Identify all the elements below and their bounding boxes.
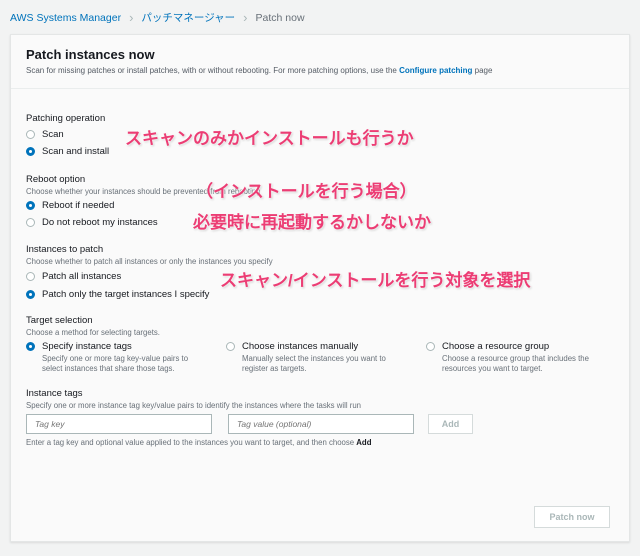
instances-to-patch-description: Choose whether to patch all instances or… (26, 257, 273, 266)
radio-scan-and-install[interactable]: Scan and install (26, 146, 109, 157)
radio-icon (26, 218, 35, 227)
radio-reboot-if-needed[interactable]: Reboot if needed (26, 200, 114, 211)
instance-tags-description: Specify one or more instance tag key/val… (26, 401, 362, 410)
option-label: Choose instances manually (242, 341, 359, 352)
subtitle-text: Scan for missing patches or install patc… (26, 66, 400, 75)
patch-now-button[interactable]: Patch now (534, 506, 610, 528)
option-label: Scan (42, 129, 64, 140)
add-tag-button[interactable]: Add (428, 414, 473, 434)
page-title: Patch instances now (26, 47, 155, 62)
radio-selected-icon (26, 290, 35, 299)
target-option-resource-group[interactable]: Choose a resource group Choose a resourc… (426, 341, 606, 374)
radio-patch-target[interactable]: Patch only the target instances I specif… (26, 289, 209, 300)
card-header: Patch instances now Scan for missing pat… (11, 35, 629, 89)
radio-icon (426, 342, 435, 351)
instance-tags-label: Instance tags (26, 388, 83, 399)
breadcrumb-current: Patch now (255, 11, 305, 24)
target-option-manual[interactable]: Choose instances manually Manually selec… (226, 341, 406, 374)
radio-icon (226, 342, 235, 351)
option-label: Choose a resource group (442, 341, 550, 352)
option-label: Specify instance tags (42, 341, 132, 352)
page-subtitle: Scan for missing patches or install patc… (26, 66, 492, 75)
radio-scan[interactable]: Scan (26, 129, 64, 140)
configure-patching-link[interactable]: Configure patching (399, 66, 472, 75)
option-description: Choose a resource group that includes th… (442, 354, 589, 373)
radio-selected-icon (26, 342, 35, 351)
reboot-option-label: Reboot option (26, 174, 86, 185)
target-option-tags[interactable]: Specify instance tags Specify one or mor… (26, 341, 206, 374)
annotation-target: スキャン/インストールを行う対象を選択 (220, 271, 531, 290)
target-selection-label: Target selection (26, 315, 93, 326)
option-label: Scan and install (42, 146, 110, 157)
option-description: Manually select the instances you want t… (242, 354, 386, 373)
tag-value-input[interactable] (228, 414, 414, 434)
hint-bold: Add (356, 438, 372, 447)
radio-patch-all[interactable]: Patch all instances (26, 271, 121, 282)
radio-selected-icon (26, 147, 35, 156)
option-description: Specify one or more tag key-value pairs … (42, 354, 189, 373)
option-label: Do not reboot my instances (42, 217, 158, 228)
annotation-scan-or-install: スキャンのみかインストールも行うか (125, 129, 414, 148)
option-label: Reboot if needed (42, 200, 115, 211)
radio-no-reboot[interactable]: Do not reboot my instances (26, 217, 158, 228)
annotation-when-installing: （インストールを行う場合） (196, 182, 417, 201)
breadcrumb: AWS Systems Manager › パッチマネージャー › Patch … (10, 10, 305, 25)
breadcrumb-patch-manager[interactable]: パッチマネージャー (141, 10, 235, 25)
tag-key-input[interactable] (26, 414, 212, 434)
breadcrumb-systems-manager[interactable]: AWS Systems Manager (10, 12, 121, 24)
option-label: Patch all instances (42, 271, 122, 282)
chevron-right-icon: › (129, 10, 134, 25)
radio-selected-icon (26, 201, 35, 210)
instance-tags-hint: Enter a tag key and optional value appli… (26, 438, 371, 447)
annotation-reboot: 必要時に再起動するかしないか (193, 213, 431, 232)
target-selection-description: Choose a method for selecting targets. (26, 328, 160, 337)
subtitle-end: page (472, 66, 493, 75)
patching-operation-label: Patching operation (26, 113, 106, 124)
hint-text: Enter a tag key and optional value appli… (26, 438, 357, 447)
instances-to-patch-label: Instances to patch (26, 244, 104, 255)
radio-icon (26, 130, 35, 139)
chevron-right-icon: › (243, 10, 248, 25)
option-label: Patch only the target instances I specif… (42, 289, 210, 300)
radio-icon (26, 272, 35, 281)
